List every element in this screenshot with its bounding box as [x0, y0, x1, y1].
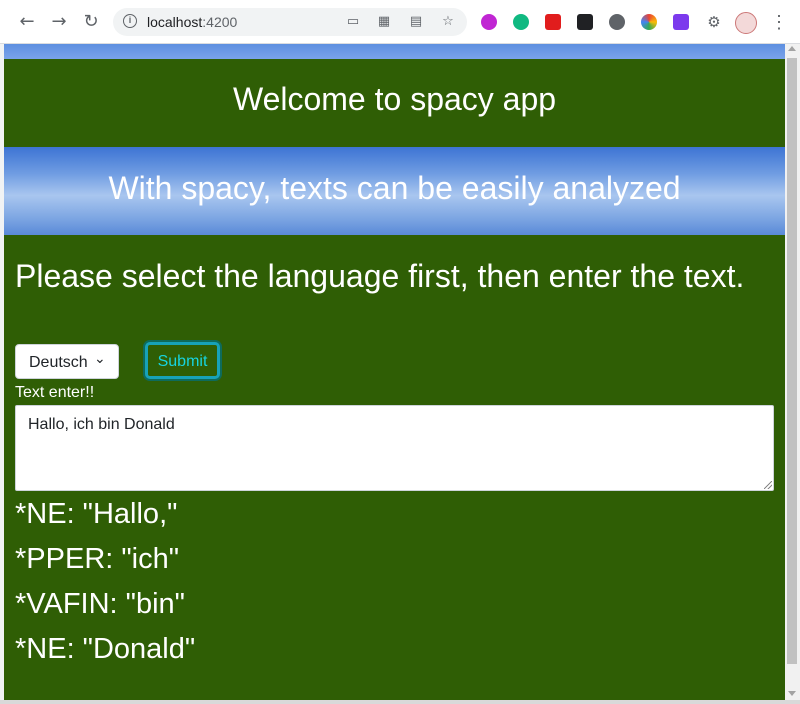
forward-icon[interactable]: → — [49, 12, 69, 32]
back-icon[interactable]: ← — [17, 12, 37, 32]
extension-icon-3[interactable] — [545, 14, 561, 30]
instruction-text: Please select the language first, then e… — [15, 258, 745, 294]
bookmark-star-icon[interactable]: ☆ — [440, 14, 456, 30]
profile-avatar[interactable] — [735, 12, 757, 34]
language-select-value: Deutsch — [29, 354, 87, 371]
language-select[interactable]: Deutsch ⌄ — [15, 344, 119, 379]
translate-icon[interactable]: ▤ — [408, 14, 424, 30]
page-subtitle: With spacy, texts can be easily analyzed — [108, 170, 681, 206]
window-bottom-edge — [0, 700, 800, 704]
submit-button-label: Submit — [157, 353, 208, 370]
picture-in-picture-icon[interactable] — [577, 14, 593, 30]
cast-icon[interactable]: ▭ — [345, 14, 361, 30]
scroll-down-icon[interactable] — [788, 691, 796, 696]
vertical-scrollbar[interactable] — [785, 44, 800, 700]
extension-icon-1[interactable] — [481, 14, 497, 30]
sky-banner: With spacy, texts can be easily analyzed — [4, 147, 785, 235]
menu-icon[interactable]: ⋮ — [770, 12, 788, 32]
text-input-label: Text enter!! — [15, 384, 95, 401]
page-header: Welcome to spacy app — [4, 59, 785, 147]
text-input-value: Hallo, ich bin Donald — [28, 416, 175, 433]
address-bar[interactable]: i localhost:4200 ▭ ▦ ▤ ☆ — [113, 8, 467, 36]
qr-icon[interactable]: ▦ — [376, 14, 392, 30]
extension-icon-6[interactable] — [641, 14, 657, 30]
results-list: *NE: "Hallo," *PPER: "ich" *VAFIN: "bin"… — [15, 496, 195, 676]
site-info-icon[interactable]: i — [123, 14, 137, 28]
result-item: *NE: "Donald" — [15, 633, 196, 665]
chevron-down-icon: ⌄ — [94, 351, 106, 367]
result-item: *VAFIN: "bin" — [15, 588, 185, 620]
extension-icon-7[interactable] — [673, 14, 689, 30]
browser-toolbar: ← → ↻ i localhost:4200 ▭ ▦ ▤ ☆ ⚙ ⋮ — [0, 0, 800, 44]
page-title: Welcome to spacy app — [232, 81, 557, 117]
submit-button[interactable]: Submit — [145, 342, 220, 379]
extensions-icon[interactable]: ⚙ — [704, 12, 724, 32]
scrollbar-thumb[interactable] — [787, 58, 797, 664]
page-viewport: Welcome to spacy app With spacy, texts c… — [4, 44, 785, 700]
reload-icon[interactable]: ↻ — [81, 12, 101, 32]
extension-icon-2[interactable] — [513, 14, 529, 30]
resize-handle-icon[interactable] — [764, 481, 772, 489]
scroll-up-icon[interactable] — [788, 46, 796, 51]
result-item: *PPER: "ich" — [15, 543, 180, 575]
url-text[interactable]: localhost:4200 — [147, 14, 237, 30]
text-input[interactable]: Hallo, ich bin Donald — [15, 405, 774, 491]
top-image-strip — [4, 44, 785, 59]
extension-icon-5[interactable] — [609, 14, 625, 30]
result-item: *NE: "Hallo," — [15, 498, 178, 530]
